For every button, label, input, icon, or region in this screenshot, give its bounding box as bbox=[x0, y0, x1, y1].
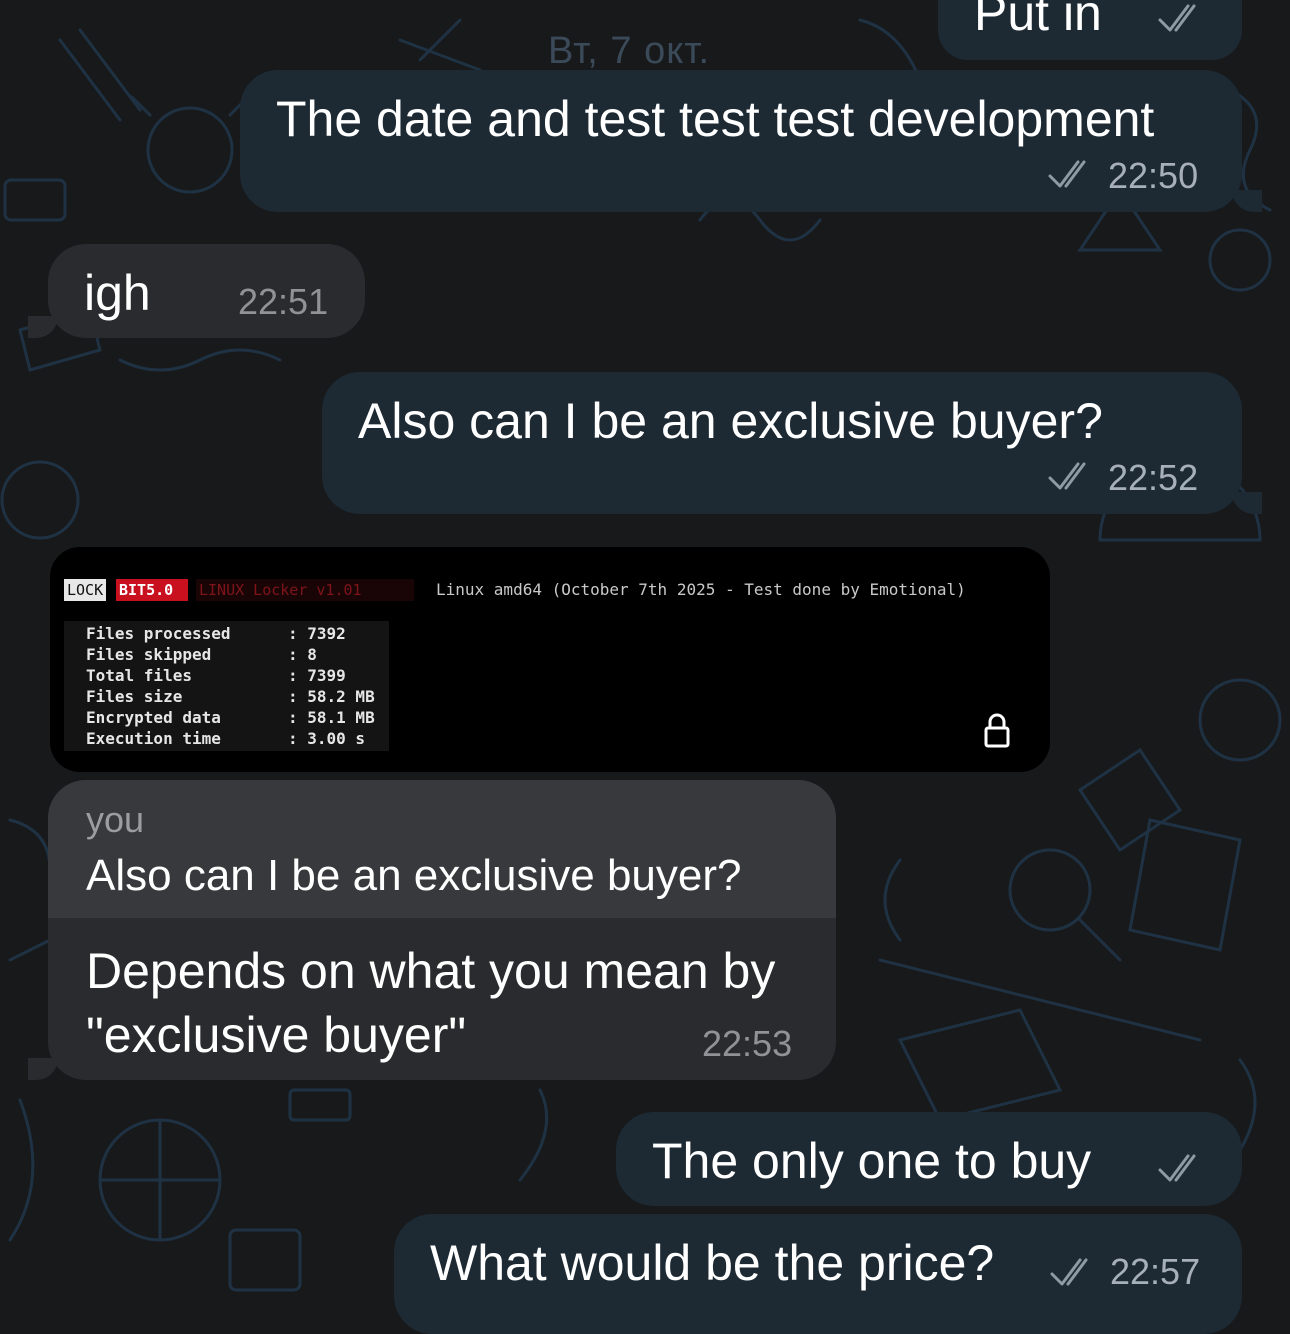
outgoing-message[interactable]: What would be the price? 22:57 bbox=[394, 1214, 1242, 1334]
stat-row: Total files : 7399 bbox=[64, 665, 389, 686]
double-check-icon bbox=[1048, 160, 1086, 188]
double-check-icon bbox=[1048, 462, 1086, 490]
stats-table: Files processed : 7392 Files skipped : 8 T… bbox=[64, 621, 389, 751]
stat-label: Total files bbox=[86, 666, 192, 685]
image-message[interactable]: LOCK BIT5.0 LINUX Locker v1.01 Linux amd… bbox=[50, 547, 1050, 772]
message-text: Also can I be an exclusive buyer? bbox=[358, 393, 1103, 449]
stat-label: Execution time bbox=[86, 729, 221, 748]
stat-value: : 58.1 MB bbox=[288, 708, 375, 727]
stat-row: Files size : 58.2 MB bbox=[64, 686, 389, 707]
lockbit-tag-version: BIT5.0 bbox=[116, 579, 188, 601]
outgoing-message[interactable]: Put in bbox=[938, 0, 1242, 60]
double-check-icon bbox=[1158, 1154, 1196, 1182]
reply-quote[interactable]: you Also can I be an exclusive buyer? bbox=[48, 780, 836, 918]
stat-row: Encrypted data : 58.1 MB bbox=[64, 707, 389, 728]
message-time: 22:53 bbox=[702, 1023, 793, 1064]
message-text: Put in bbox=[974, 0, 1102, 41]
stat-label: Files size bbox=[86, 687, 183, 706]
stat-label: Encrypted data bbox=[86, 708, 221, 727]
message-text-line-1: Depends on what you mean by bbox=[86, 943, 776, 999]
stat-value: : 8 bbox=[288, 645, 317, 664]
stat-row: Files processed : 7392 bbox=[64, 623, 389, 644]
outgoing-message[interactable]: The only one to buy bbox=[616, 1112, 1242, 1206]
message-text: The only one to buy bbox=[652, 1133, 1092, 1189]
stat-row: Files skipped : 8 bbox=[64, 644, 389, 665]
incoming-reply-message[interactable]: you Also can I be an exclusive buyer? De… bbox=[48, 780, 836, 1080]
message-text: What would be the price? bbox=[430, 1235, 995, 1291]
lockbit-tag-lock: LOCK bbox=[64, 579, 107, 601]
linux-locker-tag: LINUX Locker v1.01 bbox=[196, 579, 414, 601]
reply-author: you bbox=[86, 799, 145, 840]
stat-row: Execution time : 3.00 s bbox=[64, 728, 389, 749]
double-check-icon bbox=[1050, 1258, 1088, 1286]
stat-value: : 7392 bbox=[288, 624, 346, 643]
message-time: 22:52 bbox=[1108, 457, 1199, 498]
stat-label: Files skipped bbox=[86, 645, 212, 664]
stat-value: : 7399 bbox=[288, 666, 346, 685]
message-time: 22:50 bbox=[1108, 155, 1199, 196]
stat-value: : 58.2 MB bbox=[288, 687, 375, 706]
outgoing-message[interactable]: The date and test test test development … bbox=[240, 70, 1242, 212]
double-check-icon bbox=[1158, 4, 1196, 32]
message-text-line-2: "exclusive buyer" bbox=[86, 1007, 467, 1063]
terminal-header: Linux amd64 (October 7th 2025 - Test don… bbox=[436, 580, 966, 599]
incoming-message[interactable]: igh 22:51 bbox=[48, 244, 365, 338]
reply-text: Also can I be an exclusive buyer? bbox=[86, 851, 742, 900]
outgoing-message[interactable]: Also can I be an exclusive buyer? 22:52 bbox=[322, 372, 1242, 514]
message-text: igh bbox=[84, 265, 151, 321]
message-time: 22:51 bbox=[238, 281, 329, 322]
stat-label: Files processed bbox=[86, 624, 231, 643]
message-text: The date and test test test development bbox=[276, 91, 1155, 147]
message-time: 22:57 bbox=[1110, 1251, 1201, 1292]
lock-icon[interactable] bbox=[984, 712, 1010, 748]
date-separator: Вт, 7 окт. bbox=[548, 30, 711, 72]
stat-value: : 3.00 s bbox=[288, 729, 366, 748]
